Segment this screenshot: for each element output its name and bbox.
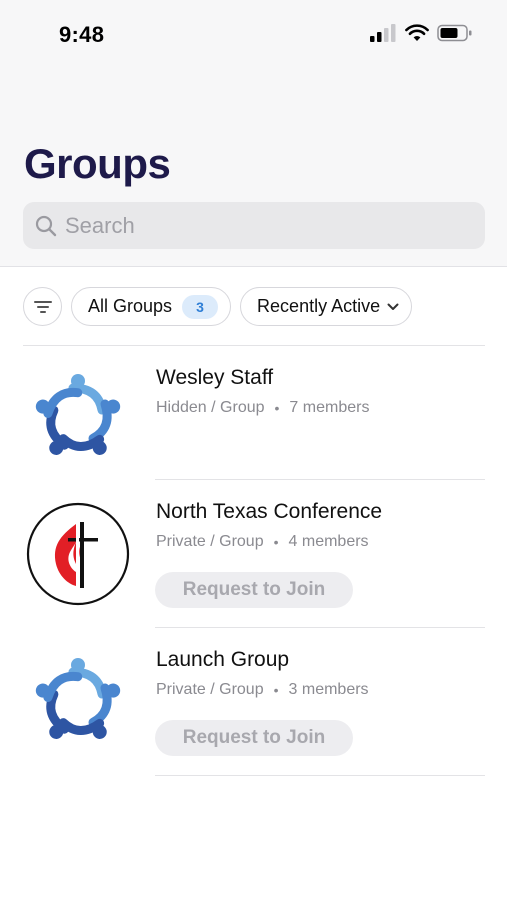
group-visibility: Hidden / Group (156, 399, 265, 416)
search-input[interactable] (65, 212, 465, 239)
sort-dropdown[interactable]: Recently Active (240, 287, 413, 326)
group-name: Launch Group (156, 648, 290, 671)
wifi-icon (405, 24, 429, 41)
group-name: North Texas Conference (156, 500, 383, 523)
group-count-badge: 3 (182, 294, 219, 319)
page-title: Groups (24, 140, 171, 187)
request-to-join-button[interactable]: Request to Join (155, 572, 353, 608)
separator-dot: • (274, 400, 280, 416)
battery-icon (437, 24, 472, 42)
group-meta: Private / Group • 4 members (156, 533, 369, 551)
filter-button[interactable] (23, 287, 62, 326)
people-circle-logo (35, 374, 121, 455)
all-groups-chip[interactable]: All Groups 3 (71, 287, 232, 326)
group-row-north-texas-conference[interactable]: North Texas Conference Private / Group •… (0, 480, 507, 628)
search-icon (35, 215, 57, 236)
group-meta: Hidden / Group • 7 members (156, 399, 369, 417)
group-meta: Private / Group • 3 members (156, 681, 369, 699)
group-members: 3 members (288, 681, 369, 698)
header-area: 9:48 Groups (0, 0, 507, 267)
group-name: Wesley Staff (156, 366, 274, 389)
signal-icon (370, 24, 396, 42)
all-groups-label: All Groups (88, 296, 173, 316)
filter-row: All Groups 3 Recently Active (23, 287, 413, 326)
status-time: 9:48 (59, 22, 105, 47)
row-divider (155, 775, 485, 776)
separator-dot: • (273, 534, 279, 550)
filter-icon (33, 300, 52, 313)
group-members: 7 members (289, 399, 370, 416)
people-circle-logo (35, 658, 121, 739)
request-to-join-button[interactable]: Request to Join (155, 720, 353, 756)
group-visibility: Private / Group (156, 681, 264, 698)
group-row-launch-group[interactable]: Launch Group Private / Group • 3 members… (0, 628, 507, 776)
group-members: 4 members (288, 533, 369, 550)
status-icons (370, 24, 473, 42)
status-bar: 9:48 (0, 0, 507, 70)
group-row-wesley-staff[interactable]: Wesley Staff Hidden / Group • 7 members (0, 346, 507, 480)
cross-and-flame-logo (26, 502, 130, 606)
search-bar[interactable] (23, 202, 485, 249)
chevron-down-icon (387, 303, 399, 311)
separator-dot: • (273, 682, 279, 698)
sort-label: Recently Active (257, 296, 381, 316)
group-visibility: Private / Group (156, 533, 264, 550)
